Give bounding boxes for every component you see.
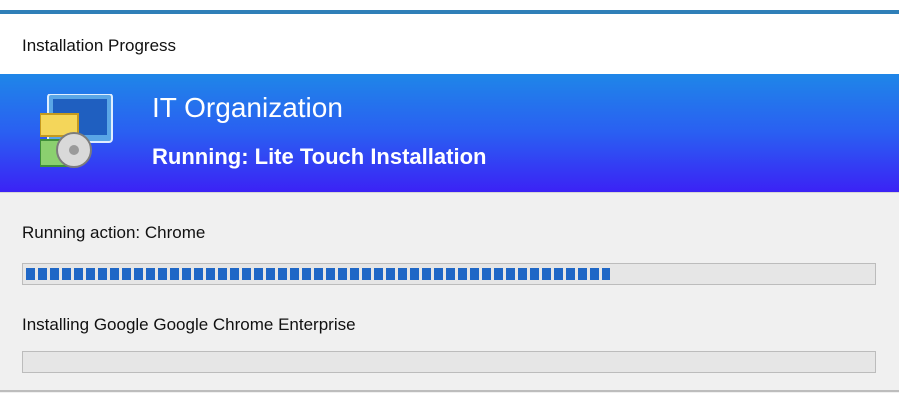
overall-progress-bar — [22, 263, 876, 285]
window-title: Installation Progress — [22, 36, 177, 55]
title-bar: Installation Progress — [0, 14, 899, 74]
installer-computer-icon — [40, 94, 113, 168]
current-action-label: Running action: Chrome — [22, 223, 206, 242]
overall-progress-fill — [26, 268, 610, 280]
current-detail-label: Installing Google Google Chrome Enterpri… — [22, 315, 356, 334]
window-top-border — [0, 0, 899, 14]
installation-status: Running: Lite Touch Installation — [152, 144, 487, 169]
banner: IT Organization Running: Lite Touch Inst… — [0, 74, 899, 192]
detail-progress-bar — [22, 351, 876, 373]
progress-panel: Running action: Chrome Installing Google… — [0, 192, 899, 393]
organization-name: IT Organization — [152, 92, 343, 123]
